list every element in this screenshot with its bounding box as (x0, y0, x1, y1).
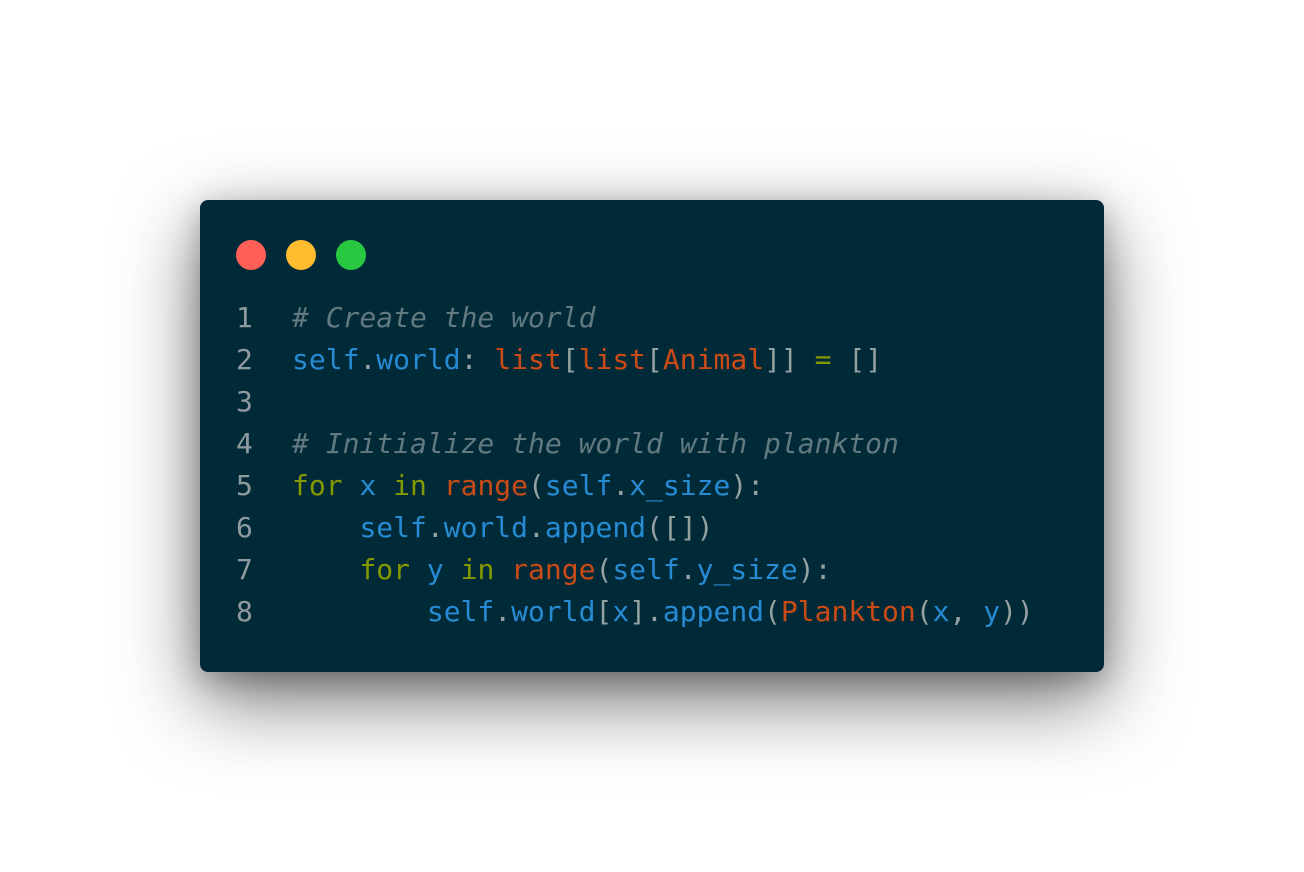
code-token: y (983, 595, 1001, 628)
code-token: for (359, 553, 411, 586)
code-token: y (426, 553, 444, 586)
code-line: 1 # Create the world (236, 297, 1034, 339)
code-token: in (393, 469, 427, 502)
line-content: # Initialize the world with plankton (292, 423, 899, 465)
line-number: 1 (236, 301, 253, 334)
line-number: 7 (236, 553, 253, 586)
code-token: self (359, 511, 427, 544)
code-token: . (679, 553, 697, 586)
code-token: in (460, 553, 495, 586)
code-token: self (292, 343, 360, 376)
code-token: x (612, 595, 630, 628)
code-token: # Initialize the world with plankton (292, 427, 899, 460)
code-block: 1 # Create the world 2 self.world: list[lis… (236, 297, 1034, 633)
code-token: . (426, 511, 444, 544)
line-number: 6 (236, 511, 253, 544)
code-token: . (528, 511, 545, 544)
line-content: self.world: list[list[Animal]] = [] (292, 339, 882, 381)
line-number: 8 (236, 595, 253, 628)
code-token: ( (595, 553, 613, 586)
code-token: x (359, 469, 377, 502)
line-number: 2 (236, 343, 253, 376)
code-token: self (612, 553, 680, 586)
code-token: . (494, 595, 512, 628)
code-token: # Create the world (292, 301, 596, 334)
code-token: append (544, 511, 647, 544)
line-content: self.world[x].append(Plankton(x, y)) (292, 591, 1034, 633)
code-token: [ (561, 343, 579, 376)
line-content: for y in range(self.y_size): (292, 549, 832, 591)
line-number: 5 (236, 469, 253, 502)
line-number: 4 (236, 427, 253, 460)
line-content: # Create the world (292, 297, 595, 339)
code-token: ( (528, 469, 545, 502)
code-token: ( (764, 595, 781, 628)
code-token: . (612, 469, 630, 502)
code-token: list (494, 343, 562, 376)
code-token: : (460, 343, 495, 376)
code-token: ): (797, 553, 832, 586)
code-token: x_size (629, 469, 731, 502)
code-token: . (359, 343, 377, 376)
code-token: ]. (629, 595, 663, 628)
code-token: world (376, 343, 461, 376)
line-number: 3 (236, 385, 253, 418)
code-window: 1 # Create the world 2 self.world: list[lis… (200, 200, 1104, 672)
code-line: 8 self.world[x].append(Plankton(x, y)) (236, 591, 1034, 633)
code-token: range (443, 469, 529, 502)
line-content: self.world.append([]) (292, 507, 713, 549)
code-token: Plankton (780, 595, 916, 628)
code-token: self (544, 469, 613, 502)
minimize-button[interactable] (286, 240, 316, 270)
code-token: = (814, 343, 832, 376)
code-line: 6 self.world.append([]) (236, 507, 1034, 549)
code-token: [] (831, 343, 883, 376)
code-token: world (443, 511, 529, 544)
code-token: y_size (696, 553, 798, 586)
line-content: for x in range(self.x_size): (292, 465, 764, 507)
code-line: 3 (236, 381, 1034, 423)
code-token: ([]) (646, 511, 714, 544)
code-token: ]] (764, 343, 815, 376)
code-token: list (578, 343, 647, 376)
code-token: append (662, 595, 765, 628)
code-token: )) (1000, 595, 1034, 628)
code-token: [ (646, 343, 663, 376)
code-token: [ (595, 595, 613, 628)
code-token: x (932, 595, 950, 628)
code-token: ( (915, 595, 933, 628)
code-token: for (292, 469, 343, 502)
code-token: self (426, 595, 495, 628)
code-line: 2 self.world: list[list[Animal]] = [] (236, 339, 1034, 381)
code-token: world (511, 595, 596, 628)
code-token: ): (730, 469, 765, 502)
page-background: 1 # Create the world 2 self.world: list[lis… (0, 0, 1304, 872)
window-controls (236, 240, 366, 270)
close-button[interactable] (236, 240, 266, 270)
code-token: range (511, 553, 596, 586)
code-line: 4 # Initialize the world with plankton (236, 423, 1034, 465)
code-line: 7 for y in range(self.y_size): (236, 549, 1034, 591)
code-line: 5 for x in range(self.x_size): (236, 465, 1034, 507)
code-token: , (949, 595, 984, 628)
maximize-button[interactable] (336, 240, 366, 270)
code-token: Animal (662, 343, 765, 376)
